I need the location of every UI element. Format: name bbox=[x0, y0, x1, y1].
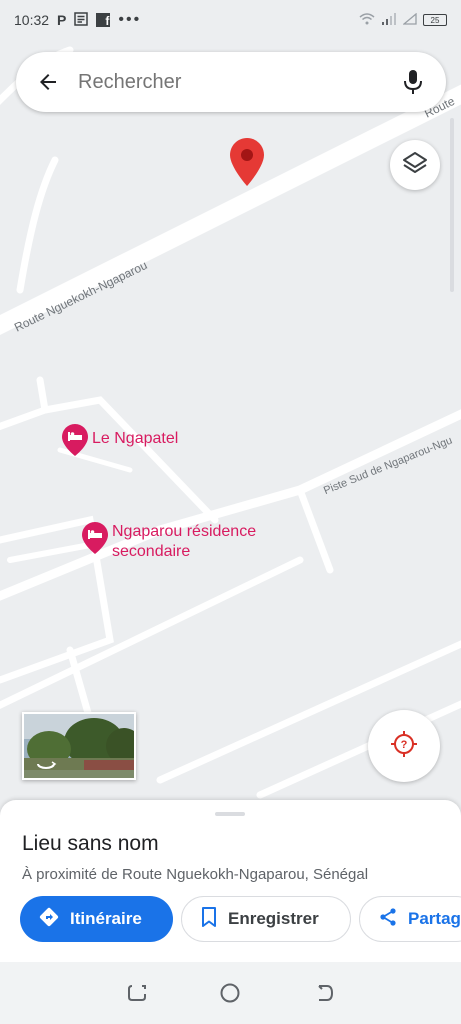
poi-label: Ngaparou résidence secondaire bbox=[112, 523, 257, 560]
layers-button[interactable] bbox=[390, 140, 440, 190]
hotel-icon bbox=[82, 522, 108, 554]
place-bottom-sheet[interactable]: Lieu sans nom À proximité de Route Nguek… bbox=[0, 800, 461, 962]
save-button[interactable]: Enregistrer bbox=[181, 896, 351, 942]
svg-text:?: ? bbox=[401, 739, 408, 751]
map-roads bbox=[0, 46, 461, 799]
place-title: Lieu sans nom bbox=[22, 832, 159, 855]
search-input[interactable] bbox=[78, 70, 398, 94]
directions-icon bbox=[38, 906, 60, 933]
signal-icon bbox=[381, 12, 397, 28]
hotel-icon bbox=[62, 424, 88, 456]
poi-ngaparou-residence[interactable]: Ngaparou résidence secondaire bbox=[82, 522, 292, 562]
wifi-icon bbox=[359, 12, 375, 28]
facebook-icon: f bbox=[96, 13, 111, 27]
signal-icon-2 bbox=[402, 12, 417, 28]
more-notifications-icon: ••• bbox=[118, 11, 142, 28]
parking-app-icon: P bbox=[57, 12, 67, 28]
arrow-back-icon[interactable] bbox=[34, 68, 62, 96]
status-time: 10:32 bbox=[14, 12, 50, 28]
layers-icon bbox=[402, 150, 428, 181]
share-button[interactable]: Partag bbox=[359, 896, 461, 942]
back-nav-icon[interactable] bbox=[309, 978, 339, 1008]
recent-apps-icon[interactable] bbox=[122, 978, 152, 1008]
bookmark-icon bbox=[200, 906, 218, 933]
action-chips: Itinéraire Enregistrer Partag bbox=[20, 896, 461, 942]
news-icon bbox=[74, 11, 89, 29]
my-location-button[interactable]: ? bbox=[368, 710, 440, 782]
share-icon bbox=[378, 907, 398, 932]
map-view[interactable]: Route Nguekokh-Ngaparou Route Piste Sud … bbox=[0, 0, 461, 800]
directions-label: Itinéraire bbox=[70, 909, 142, 928]
system-nav-bar bbox=[0, 962, 461, 1024]
share-label: Partag bbox=[408, 909, 461, 928]
save-label: Enregistrer bbox=[228, 909, 319, 928]
directions-button[interactable]: Itinéraire bbox=[20, 896, 173, 942]
search-bar[interactable] bbox=[16, 52, 446, 112]
mic-icon[interactable] bbox=[398, 67, 428, 97]
poi-le-ngapatel[interactable]: Le Ngapatel bbox=[62, 424, 179, 456]
sheet-drag-handle[interactable] bbox=[215, 812, 245, 816]
home-icon[interactable] bbox=[215, 978, 245, 1008]
status-bar: 10:32 P f ••• 25 bbox=[0, 0, 461, 40]
battery-icon: 25 bbox=[423, 14, 447, 26]
street-view-thumbnail[interactable] bbox=[22, 712, 136, 780]
poi-label: Le Ngapatel bbox=[92, 430, 179, 447]
location-unknown-icon: ? bbox=[389, 729, 419, 764]
place-subtitle: À proximité de Route Nguekokh-Ngaparou, … bbox=[22, 866, 369, 883]
